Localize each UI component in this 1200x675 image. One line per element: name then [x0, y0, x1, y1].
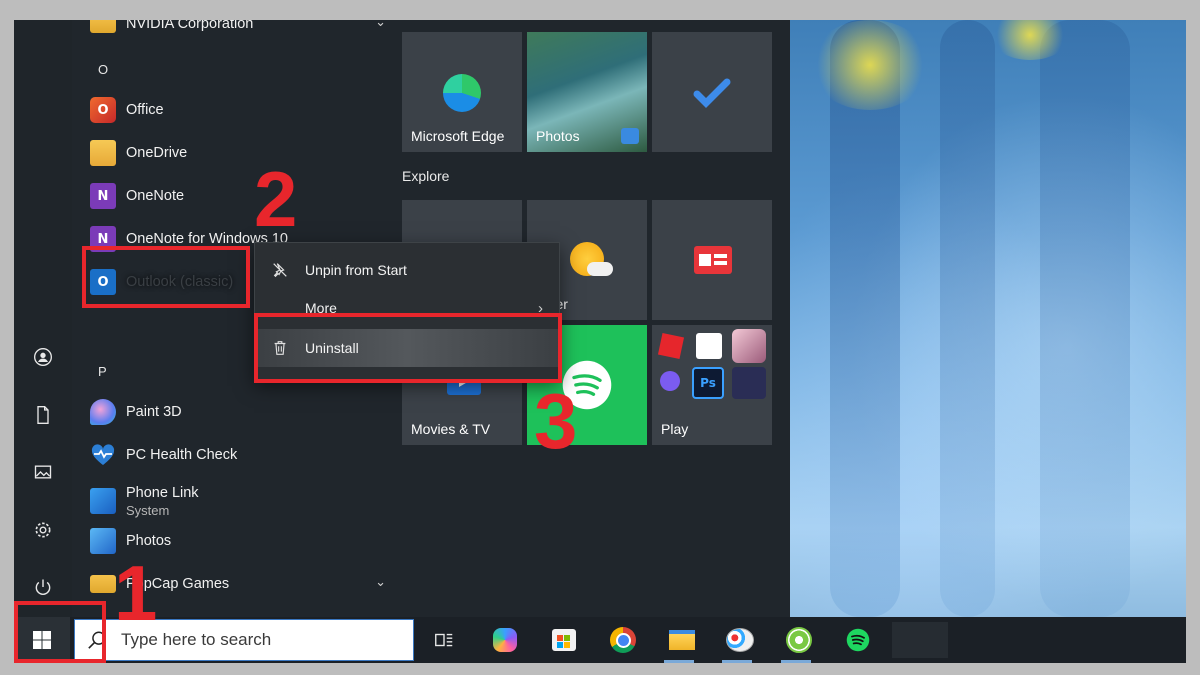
file-explorer-icon[interactable] [666, 624, 698, 656]
power-icon[interactable] [31, 575, 55, 599]
menu-item-unpin[interactable]: Unpin from Start [255, 251, 559, 289]
highlight-box-start [14, 601, 106, 663]
onenote-icon: N [90, 183, 116, 209]
chrome-icon[interactable] [607, 624, 639, 656]
tile-photos[interactable]: Photos [527, 32, 647, 152]
spotify-icon[interactable] [842, 624, 874, 656]
document-icon[interactable] [31, 403, 55, 427]
pictures-icon[interactable] [31, 460, 55, 484]
photos-tile-icon [621, 128, 639, 144]
phone-link-icon [90, 488, 116, 514]
list-item-onenote[interactable]: N OneNote [90, 177, 184, 215]
office-icon: O [90, 97, 116, 123]
paint3d-icon [90, 399, 116, 425]
search-input[interactable] [119, 629, 393, 651]
step-number-1: 1 [114, 549, 158, 637]
tile-todo[interactable] [652, 32, 772, 152]
highlight-box-uninstall [254, 313, 562, 383]
photos-icon [90, 528, 116, 554]
list-item-office[interactable]: O Office [90, 91, 164, 129]
taskbar [14, 617, 1186, 663]
store-icon[interactable] [548, 624, 580, 656]
list-item-pc-health-check[interactable]: PC Health Check [90, 436, 237, 474]
task-view-icon[interactable] [428, 624, 460, 656]
letter-header-p[interactable]: P [98, 364, 107, 379]
pc-health-icon [90, 442, 116, 468]
tile-group-label: Explore [402, 168, 450, 184]
app-icon[interactable] [783, 624, 815, 656]
unpin-icon [269, 259, 291, 281]
letter-header-o[interactable]: O [98, 62, 108, 77]
folder-icon [90, 575, 116, 593]
todo-check-icon [693, 78, 731, 108]
edge-icon [443, 74, 481, 112]
copilot-icon[interactable] [489, 624, 521, 656]
list-item-onedrive[interactable]: OneDrive [90, 134, 187, 172]
taskbar-blank-slot[interactable] [892, 622, 948, 658]
tile-microsoft-edge[interactable]: Microsoft Edge [402, 32, 522, 152]
list-item-paint3d[interactable]: Paint 3D [90, 393, 182, 431]
paint-icon[interactable] [724, 624, 756, 656]
screen: NVIDIA Corporation ⌄ O O Office OneDrive… [14, 20, 1186, 663]
tile-play-folder[interactable]: Ps Play [652, 325, 772, 445]
step-number-3: 3 [534, 377, 578, 465]
highlight-box-outlook [82, 246, 250, 308]
desktop-wallpaper [790, 20, 1186, 617]
tile-news[interactable] [652, 200, 772, 320]
list-item-phone-link[interactable]: Phone Link System [90, 479, 199, 523]
chevron-down-icon[interactable]: ⌄ [375, 575, 386, 590]
settings-icon[interactable] [31, 518, 55, 542]
list-item-nvidia[interactable]: NVIDIA Corporation [90, 20, 390, 43]
start-rail [14, 20, 72, 617]
chevron-down-icon[interactable]: ⌄ [375, 20, 386, 30]
onedrive-icon [90, 140, 116, 166]
folder-icon [90, 20, 116, 33]
step-number-2: 2 [254, 155, 298, 243]
news-icon [694, 246, 732, 274]
user-icon[interactable] [31, 345, 55, 369]
